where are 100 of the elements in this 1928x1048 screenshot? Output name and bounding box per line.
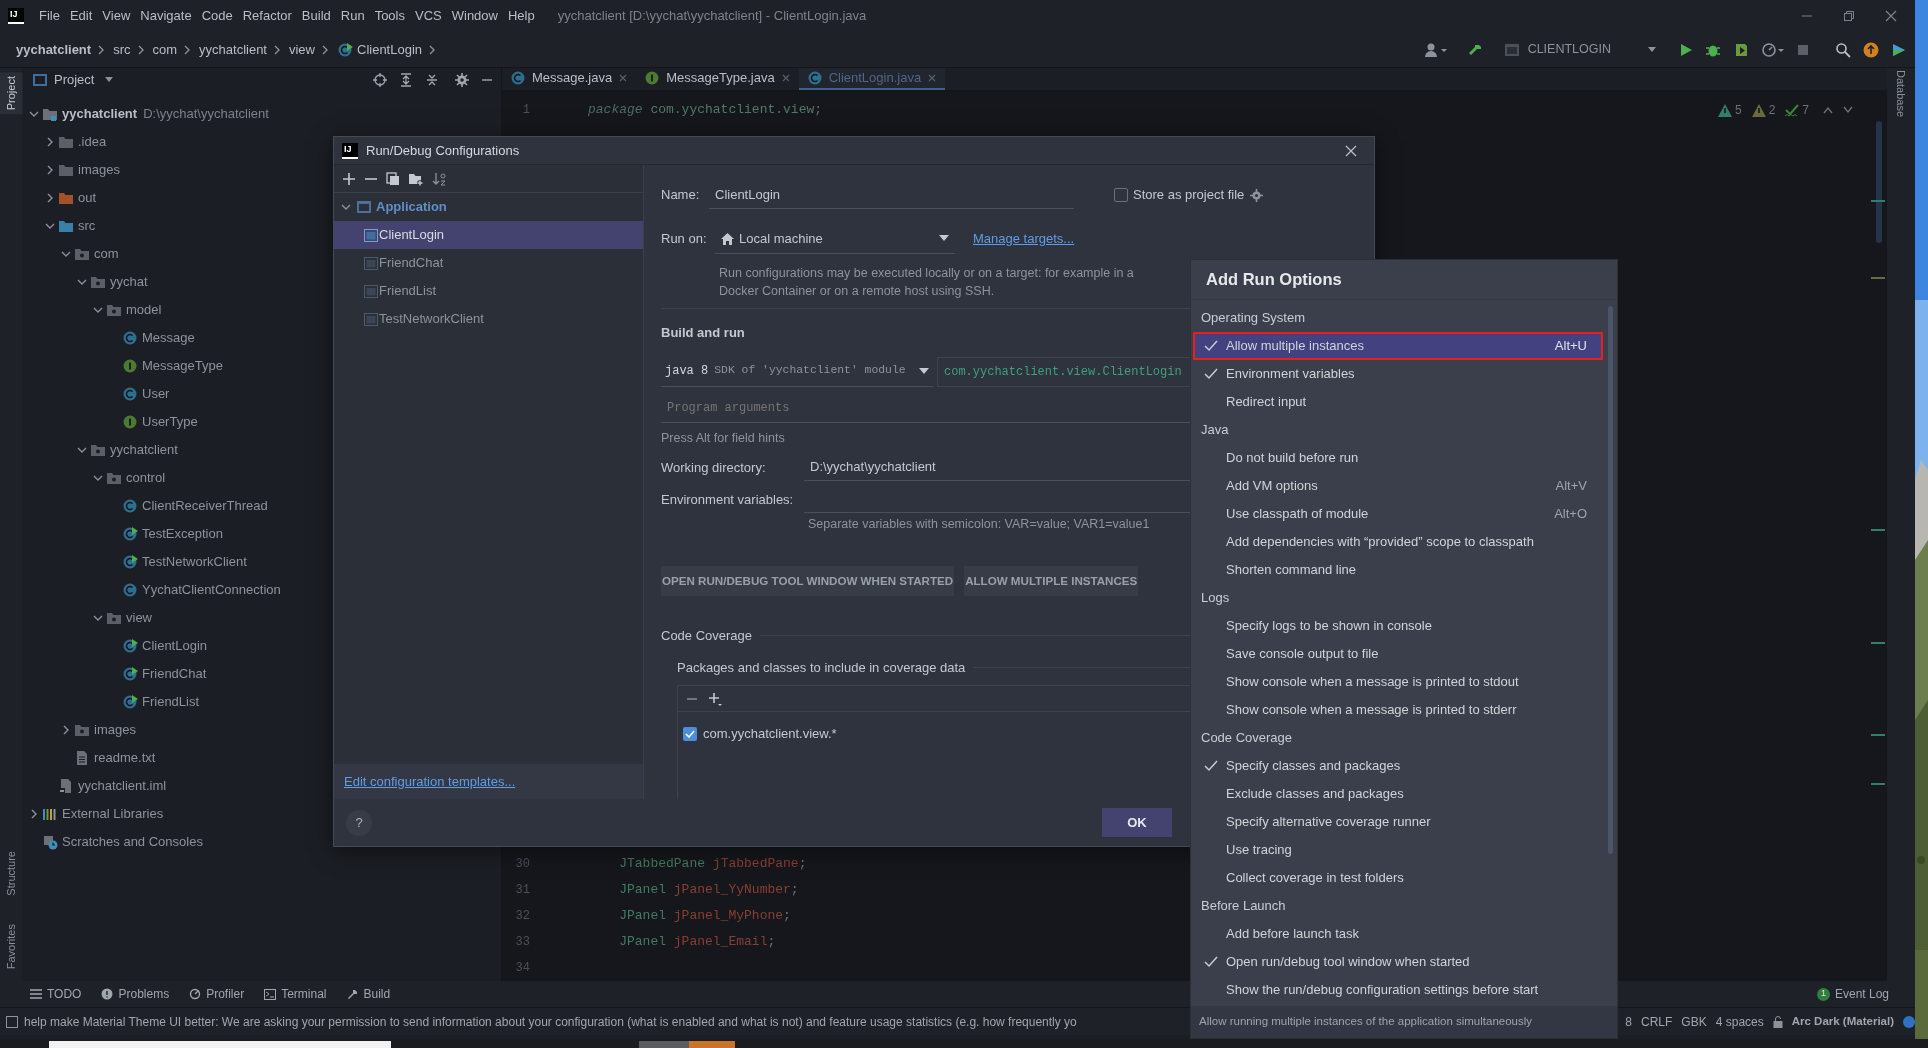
menu-item[interactable]: Use classpath of module Alt+O [1193,500,1603,528]
tree-item[interactable]: yychatclient [22,436,184,464]
breadcrumb-item[interactable]: yychatclient [16,39,92,60]
menu-item[interactable]: Open run/debug tool window when started [1193,948,1603,976]
menu-item[interactable]: Window [446,6,503,26]
tool-window-button[interactable]: Problems [101,985,170,1003]
scrollbar-thumb[interactable] [1608,306,1613,854]
menu-item[interactable]: Use tracing [1193,836,1603,864]
folder-add-icon[interactable] [408,171,424,186]
jre-dropdown[interactable]: java 8 SDK of 'yychatclient' module [661,356,933,387]
stop-icon[interactable] [1797,43,1809,56]
inspection-count[interactable]: 2 [1751,101,1776,119]
menu-item[interactable]: Specify logs to be shown in console [1193,612,1603,640]
tool-window-tab[interactable]: Project [0,72,23,115]
inspection-count[interactable]: 5 [1717,101,1742,119]
store-checkbox[interactable]: Store as project file [1114,185,1245,205]
config-item[interactable]: ClientLogin [334,221,643,249]
lock-icon[interactable] [1772,1015,1783,1028]
breadcrumb-item[interactable]: view [289,39,315,60]
tree-item[interactable]: FriendList [22,688,206,716]
collapse-all-icon[interactable] [425,73,439,87]
coverage-icon[interactable] [1733,41,1749,58]
tree-item[interactable]: ClientLogin [22,632,214,660]
menu-item[interactable]: Collect coverage in test folders [1193,864,1603,892]
profiler-icon[interactable] [1761,41,1785,58]
tree-item[interactable]: Application [334,193,643,221]
run-icon[interactable] [1679,42,1693,57]
tree-item[interactable]: TestException [22,520,229,548]
menu-item[interactable]: Refactor [237,6,297,26]
event-log-button[interactable]: 1 Event Log [1816,985,1889,1003]
status-item[interactable]: 8 [1625,1012,1632,1031]
tree-item[interactable]: User [22,380,176,408]
message-icon[interactable] [6,1015,18,1028]
tree-item[interactable]: MessageType [22,352,229,380]
tree-item[interactable]: src [22,212,102,240]
tree-item[interactable]: out [22,184,103,212]
target-icon[interactable] [373,73,387,87]
sort-icon[interactable] [432,171,448,186]
editor-tab[interactable]: Message.java [502,68,637,90]
tree-item[interactable]: YychatClientConnection [22,576,287,604]
search-icon[interactable] [1835,41,1851,58]
next-icon[interactable] [1843,106,1853,114]
tree-item[interactable]: images [22,156,126,184]
tree-item[interactable]: images [22,716,142,744]
breadcrumb-item[interactable]: yychatclient [199,39,267,60]
menu-item[interactable]: Add before launch task [1193,920,1603,948]
close-icon[interactable] [1345,144,1357,157]
tree-item[interactable]: FriendChat [22,660,213,688]
caret-icon[interactable] [1647,45,1657,54]
tree-item[interactable]: view [22,604,158,632]
status-item[interactable]: GBK [1681,1012,1707,1031]
restore-icon[interactable] [1843,10,1855,22]
menu-item[interactable]: Show console when a message is printed to stdout [1193,668,1603,696]
plugin-icon[interactable] [1891,41,1907,58]
tree-item[interactable]: control [22,464,172,492]
menu-item[interactable]: Save console output to file [1193,640,1603,668]
tool-window-tab[interactable]: Database [1892,70,1910,118]
update-icon[interactable] [1863,41,1879,58]
theme-icon[interactable] [1903,1015,1915,1028]
menu-item[interactable]: File [34,6,65,26]
tree-item[interactable]: Scratches and Consoles [22,828,209,856]
menu-item[interactable]: Allow multiple instances Alt+U [1193,332,1603,360]
close-icon[interactable] [1885,10,1897,22]
menu-item[interactable]: Code [196,6,238,26]
config-item[interactable]: TestNetworkClient [334,305,643,333]
option-tag[interactable]: ALLOW MULTIPLE INSTANCES [964,566,1139,596]
breadcrumb-item[interactable]: ClientLogin [357,39,423,60]
tree-item[interactable]: yychatclient.iml [22,772,173,800]
tool-window-button[interactable]: Terminal [264,985,327,1003]
breadcrumb-item[interactable]: src [113,39,131,60]
status-item[interactable]: 4 spaces [1715,1012,1764,1031]
menu-item[interactable]: Shorten command line [1193,556,1603,584]
tool-window-button[interactable]: Build [346,985,391,1003]
status-item[interactable]: CRLF [1641,1012,1673,1031]
tree-item[interactable]: yychatclient D:\yychat\yychatclient [22,100,275,128]
option-tag[interactable]: OPEN RUN/DEBUG TOOL WINDOW WHEN STARTED [661,566,955,596]
panel-title[interactable]: Project [54,70,95,90]
tool-window-tab[interactable]: Structure [0,847,23,900]
settings-icon[interactable] [455,73,469,87]
copy-icon[interactable] [386,171,400,186]
menu-item[interactable]: View [97,6,136,26]
run-config-selector[interactable]: CLIENTLOGIN [1503,40,1657,59]
menu-item[interactable]: Specify classes and packages [1193,752,1603,780]
tree-item[interactable]: com [22,240,125,268]
expand-all-icon[interactable] [399,73,413,87]
menu-item[interactable]: Exclude classes and packages [1193,780,1603,808]
tree-item[interactable]: .idea [22,128,113,156]
tree-item[interactable]: model [22,296,168,324]
tree-item[interactable]: readme.txt [22,744,162,772]
previous-icon[interactable] [1823,106,1833,114]
config-item[interactable]: FriendChat [334,249,643,277]
menu-item[interactable]: Help [502,6,540,26]
menu-item[interactable]: Build [296,6,336,26]
tree-item[interactable]: yychat [22,268,154,296]
menu-item[interactable]: Edit [64,6,98,26]
tool-window-button[interactable]: TODO [30,985,82,1003]
theme-name[interactable]: Arc Dark (Material) [1791,1012,1894,1031]
help-button[interactable]: ? [346,809,372,836]
tree-item[interactable]: UserType [22,408,204,436]
menu-item[interactable]: Run [335,6,370,26]
